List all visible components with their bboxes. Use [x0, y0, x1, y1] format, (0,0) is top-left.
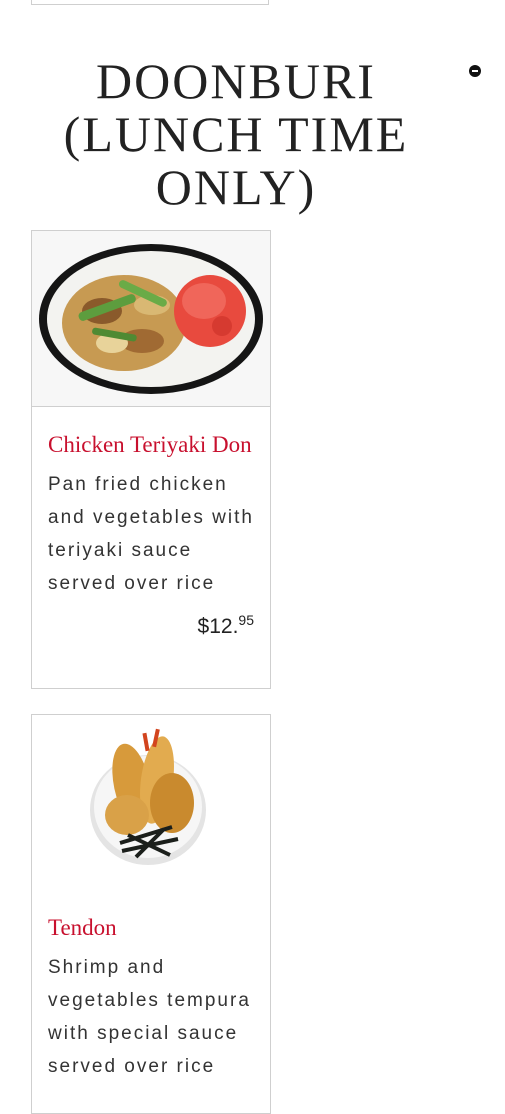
menu-item-card[interactable]: Chicken Teriyaki Don Pan fried chicken a… [31, 230, 271, 689]
item-name: Chicken Teriyaki Don [48, 432, 252, 457]
tendon-photo [32, 715, 270, 890]
item-name: Tendon [48, 915, 117, 940]
chicken-teriyaki-don-photo [32, 231, 270, 407]
item-price: $12.95 [32, 600, 270, 639]
price-main: $12. [197, 615, 239, 638]
section-title: DOONBURI (LUNCH TIME ONLY) [63, 53, 409, 215]
item-description: Pan fried chicken and vegetables with te… [48, 474, 254, 594]
price-cents: 95 [238, 612, 254, 628]
previous-card-bottom [31, 0, 269, 5]
minus-circle-icon[interactable] [469, 65, 481, 77]
item-description: Shrimp and vegetables tempura with speci… [48, 957, 251, 1077]
menu-item-card[interactable]: Tendon Shrimp and vegetables tempura wit… [31, 714, 271, 1114]
